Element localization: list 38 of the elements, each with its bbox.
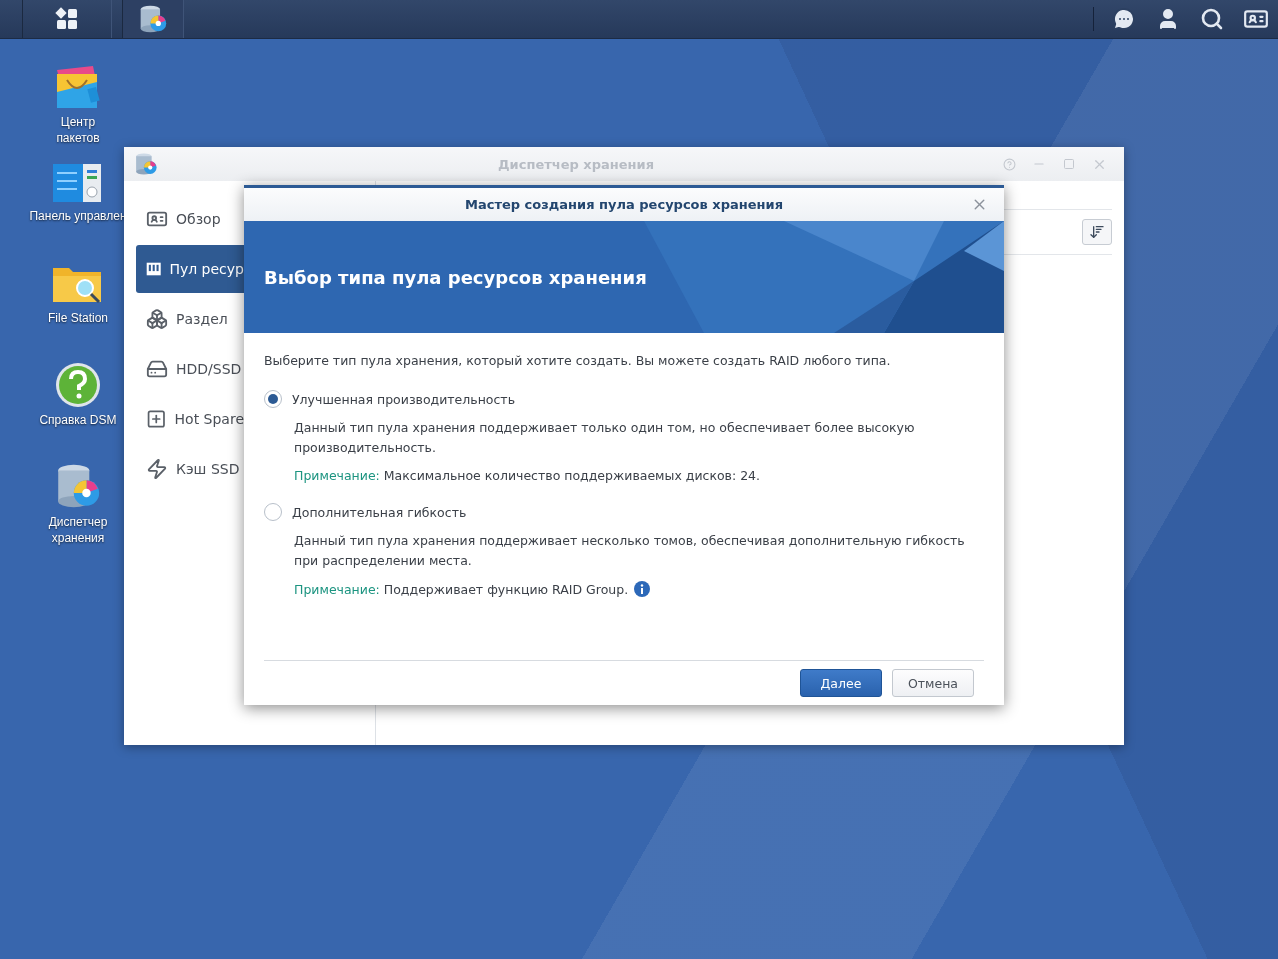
sidebar-item[interactable]: Пул ресур	[136, 245, 244, 293]
radio-button[interactable]	[264, 390, 282, 408]
note-text: Примечание: Максимальное количество поддерживаемых дисков: 24.	[294, 468, 761, 483]
desktop-icon-label[interactable]: Справка DSM	[39, 412, 117, 428]
plus-square-icon	[146, 408, 167, 430]
info-icon[interactable]	[634, 581, 651, 597]
desktop-icon-label[interactable]: Центр пакетов	[38, 114, 118, 146]
option-label[interactable]: Улучшенная производительность	[292, 391, 515, 407]
desktop-icon-label[interactable]: Диспетчер хранения	[38, 514, 118, 546]
sidebar-item[interactable]: Обзор	[136, 195, 244, 243]
option-description: Данный тип пула хранения поддерживает несколько томов, обеспечивая дополнительную гибкость при распределении места.	[294, 532, 966, 570]
apps-icon	[55, 7, 79, 31]
database-chart-icon	[134, 152, 158, 176]
sidebar-item[interactable]: Кэш SSD	[136, 445, 244, 493]
option-label[interactable]: Дополнительная гибкость	[292, 504, 467, 520]
sidebar-item[interactable]: Раздел	[136, 295, 244, 343]
lightning-icon	[146, 458, 168, 480]
main-menu-button[interactable]	[22, 0, 112, 38]
taskbar-app-button[interactable]	[122, 0, 184, 38]
option-description: Данный тип пула хранения поддерживает только один том, но обеспечивает более высокую производительность.	[294, 419, 916, 457]
sort-icon	[1089, 224, 1105, 240]
next-button[interactable]: Далее	[800, 669, 882, 697]
cancel-button[interactable]: Отмена	[892, 669, 974, 697]
radio-button[interactable]	[264, 503, 282, 521]
hard-drive-icon	[146, 358, 168, 380]
sort-button[interactable]	[1082, 219, 1112, 245]
sidebar-item[interactable]: Hot Spare	[136, 395, 244, 443]
window-title: Диспетчер хранения	[497, 156, 655, 172]
boxes-icon	[146, 308, 168, 330]
control-panel-icon[interactable]	[53, 162, 103, 204]
desktop-icon-label[interactable]: File Station	[48, 310, 108, 326]
note-text: Примечание: Поддерживает функцию RAID Group.	[294, 581, 629, 597]
dialog-heading: Выбор типа пула ресурсов хранения	[264, 266, 647, 288]
intro-text: Выберите тип пула хранения, который хотите создать. Вы можете создать RAID любого типа.	[264, 353, 892, 368]
database-chart-icon	[138, 4, 168, 34]
help-icon[interactable]	[55, 362, 101, 408]
sidebar-item[interactable]: HDD/SSD	[136, 345, 244, 393]
dialog-title: Мастер создания пула ресурсов хранения	[464, 197, 784, 212]
